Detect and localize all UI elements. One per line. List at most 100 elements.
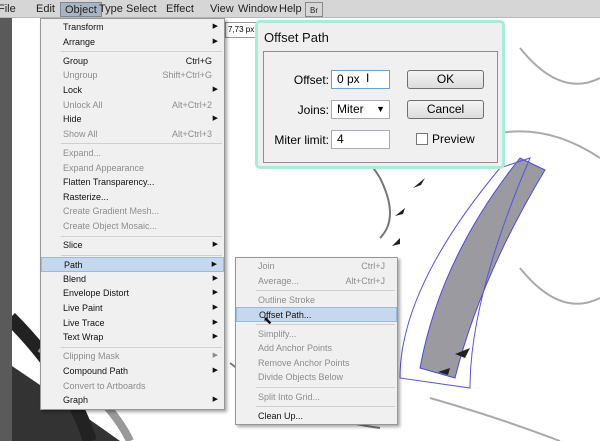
menu-item-average[interactable]: Average... Alt+Ctrl+J bbox=[236, 274, 397, 289]
menu-effect[interactable]: Effect bbox=[162, 2, 198, 17]
menu-item-divide-objects-below[interactable]: Divide Objects Below bbox=[236, 370, 397, 385]
menu-item-label: Outline Stroke bbox=[258, 294, 316, 305]
miter-limit-input[interactable]: 4 bbox=[331, 130, 390, 149]
menu-item-show-all[interactable]: Show All Alt+Ctrl+3 bbox=[41, 127, 224, 142]
submenu-arrow-icon: ▶ bbox=[212, 333, 218, 341]
menu-item-create-gradient-mesh[interactable]: Create Gradient Mesh... bbox=[41, 204, 224, 219]
joins-value: Miter bbox=[337, 102, 364, 116]
menu-item-label: Unlock All bbox=[63, 99, 103, 110]
joins-label: Joins: bbox=[297, 103, 329, 117]
menu-item-label: Slice bbox=[63, 240, 83, 251]
menu-item-label: Arrange bbox=[63, 36, 96, 47]
path-submenu: Join Ctrl+J Average... Alt+Ctrl+J Outline St… bbox=[235, 257, 398, 425]
menu-item-transform[interactable]: Transform ▶ bbox=[41, 20, 224, 35]
menu-item-label: Path bbox=[64, 260, 83, 271]
submenu-arrow-icon: ▶ bbox=[212, 396, 218, 404]
shortcut-label: Ctrl+J bbox=[361, 261, 385, 271]
submenu-arrow-icon: ▶ bbox=[212, 352, 218, 360]
menu-view[interactable]: View bbox=[206, 2, 238, 17]
joins-select[interactable]: Miter ▼ bbox=[331, 100, 390, 119]
miter-limit-label: Miter limit: bbox=[274, 133, 329, 147]
menu-file[interactable]: File bbox=[0, 2, 20, 17]
menu-edit[interactable]: Edit bbox=[32, 2, 59, 17]
menu-item-label: Compound Path bbox=[63, 366, 129, 377]
menu-item-label: Live Trace bbox=[63, 317, 105, 328]
menu-item-label: Create Object Mosaic... bbox=[63, 220, 158, 231]
menu-item-label: Lock bbox=[63, 84, 83, 95]
submenu-arrow-icon: ▶ bbox=[212, 289, 218, 297]
menu-item-label: Flatten Transparency... bbox=[63, 177, 155, 188]
menu-item-blend[interactable]: Blend ▶ bbox=[41, 272, 224, 287]
submenu-arrow-icon: ▶ bbox=[212, 367, 218, 375]
menu-item-label: Blend bbox=[63, 273, 87, 284]
preview-checkbox[interactable] bbox=[416, 133, 428, 145]
menu-item-add-anchor-points[interactable]: Add Anchor Points bbox=[236, 341, 397, 356]
menu-item-clipping-mask[interactable]: Clipping Mask ▶ bbox=[41, 349, 224, 364]
preview-label: Preview bbox=[432, 132, 475, 146]
offset-input[interactable]: 0 px I bbox=[331, 70, 390, 89]
menu-item-label: Rasterize... bbox=[63, 191, 109, 202]
menu-item-expand-appearance[interactable]: Expand Appearance bbox=[41, 161, 224, 176]
submenu-arrow-icon: ▶ bbox=[212, 304, 218, 312]
shortcut-label: Alt+Ctrl+3 bbox=[171, 128, 212, 139]
menu-item-live-paint[interactable]: Live Paint ▶ bbox=[41, 301, 224, 316]
menu-item-split-into-grid[interactable]: Split Into Grid... bbox=[236, 390, 397, 405]
menu-item-rasterize[interactable]: Rasterize... bbox=[41, 190, 224, 205]
offset-value: 0 px bbox=[337, 72, 360, 86]
menu-item-envelope-distort[interactable]: Envelope Distort ▶ bbox=[41, 286, 224, 301]
menu-item-outline-stroke[interactable]: Outline Stroke bbox=[236, 293, 397, 308]
menu-bar: File Edit Object Type Select Effect View Window… bbox=[0, 0, 600, 18]
menu-item-ungroup[interactable]: Ungroup Shift+Ctrl+G bbox=[41, 68, 224, 83]
dialog-title: Offset Path bbox=[264, 30, 329, 45]
menu-item-graph[interactable]: Graph ▶ bbox=[41, 393, 224, 408]
shortcut-label: Shift+Ctrl+G bbox=[162, 70, 212, 81]
menu-item-label: Create Gradient Mesh... bbox=[63, 206, 160, 217]
menu-item-label: Join bbox=[258, 261, 275, 271]
cancel-button[interactable]: Cancel bbox=[407, 100, 484, 119]
offset-label: Offset: bbox=[293, 73, 329, 87]
submenu-arrow-icon: ▶ bbox=[212, 318, 218, 326]
bridge-button[interactable]: Br bbox=[305, 2, 323, 17]
menu-select[interactable]: Select bbox=[122, 2, 161, 17]
menu-item-label: Add Anchor Points bbox=[258, 343, 333, 354]
submenu-arrow-icon: ▶ bbox=[212, 115, 218, 123]
menu-item-flatten-transparency[interactable]: Flatten Transparency... bbox=[41, 175, 224, 190]
menu-item-remove-anchor-points[interactable]: Remove Anchor Points bbox=[236, 356, 397, 371]
dropdown-arrow-icon: ▼ bbox=[376, 104, 385, 114]
menu-item-label: Clipping Mask bbox=[63, 351, 120, 362]
menu-item-label: Text Wrap bbox=[63, 332, 104, 343]
menu-item-compound-path[interactable]: Compound Path ▶ bbox=[41, 364, 224, 379]
menu-item-label: Envelope Distort bbox=[63, 288, 130, 299]
menu-item-clean-up[interactable]: Clean Up... bbox=[236, 409, 397, 424]
object-menu: Transform ▶ Arrange ▶ Group Ctrl+G Ungroup Shif… bbox=[40, 18, 225, 410]
menu-item-label: Average... bbox=[258, 275, 299, 286]
menu-item-create-object-mosaic[interactable]: Create Object Mosaic... bbox=[41, 219, 224, 234]
menu-item-label: Show All bbox=[63, 128, 98, 139]
menu-item-simplify[interactable]: Simplify... bbox=[236, 327, 397, 342]
menu-item-convert-to-artboards[interactable]: Convert to Artboards bbox=[41, 379, 224, 394]
menu-item-label: Simplify... bbox=[258, 328, 297, 339]
menu-item-slice[interactable]: Slice ▶ bbox=[41, 238, 224, 253]
menu-item-arrange[interactable]: Arrange ▶ bbox=[41, 35, 224, 50]
menu-help[interactable]: Help bbox=[275, 2, 306, 17]
menu-item-text-wrap[interactable]: Text Wrap ▶ bbox=[41, 330, 224, 345]
menu-item-expand[interactable]: Expand... bbox=[41, 146, 224, 161]
ok-button[interactable]: OK bbox=[407, 70, 484, 89]
menu-item-label: Clean Up... bbox=[258, 410, 304, 421]
submenu-arrow-icon: ▶ bbox=[211, 261, 217, 269]
menu-item-label: Convert to Artboards bbox=[63, 380, 146, 391]
menu-item-hide[interactable]: Hide ▶ bbox=[41, 112, 224, 127]
menu-item-label: Split Into Grid... bbox=[258, 391, 321, 402]
tools-panel bbox=[0, 18, 12, 441]
menu-item-label: Expand... bbox=[63, 147, 102, 158]
menu-item-unlock-all[interactable]: Unlock All Alt+Ctrl+2 bbox=[41, 98, 224, 113]
menu-item-label: Group bbox=[63, 55, 89, 66]
submenu-arrow-icon: ▶ bbox=[212, 85, 218, 93]
menu-item-group[interactable]: Group Ctrl+G bbox=[41, 54, 224, 69]
menu-item-join[interactable]: Join Ctrl+J bbox=[236, 259, 397, 274]
menu-item-live-trace[interactable]: Live Trace ▶ bbox=[41, 316, 224, 331]
menu-item-offset-path[interactable]: Offset Path... ⬉ bbox=[236, 307, 397, 327]
menu-item-lock[interactable]: Lock ▶ bbox=[41, 83, 224, 98]
menu-item-path[interactable]: Path ▶ bbox=[41, 257, 224, 272]
text-cursor-icon: I bbox=[366, 71, 370, 85]
